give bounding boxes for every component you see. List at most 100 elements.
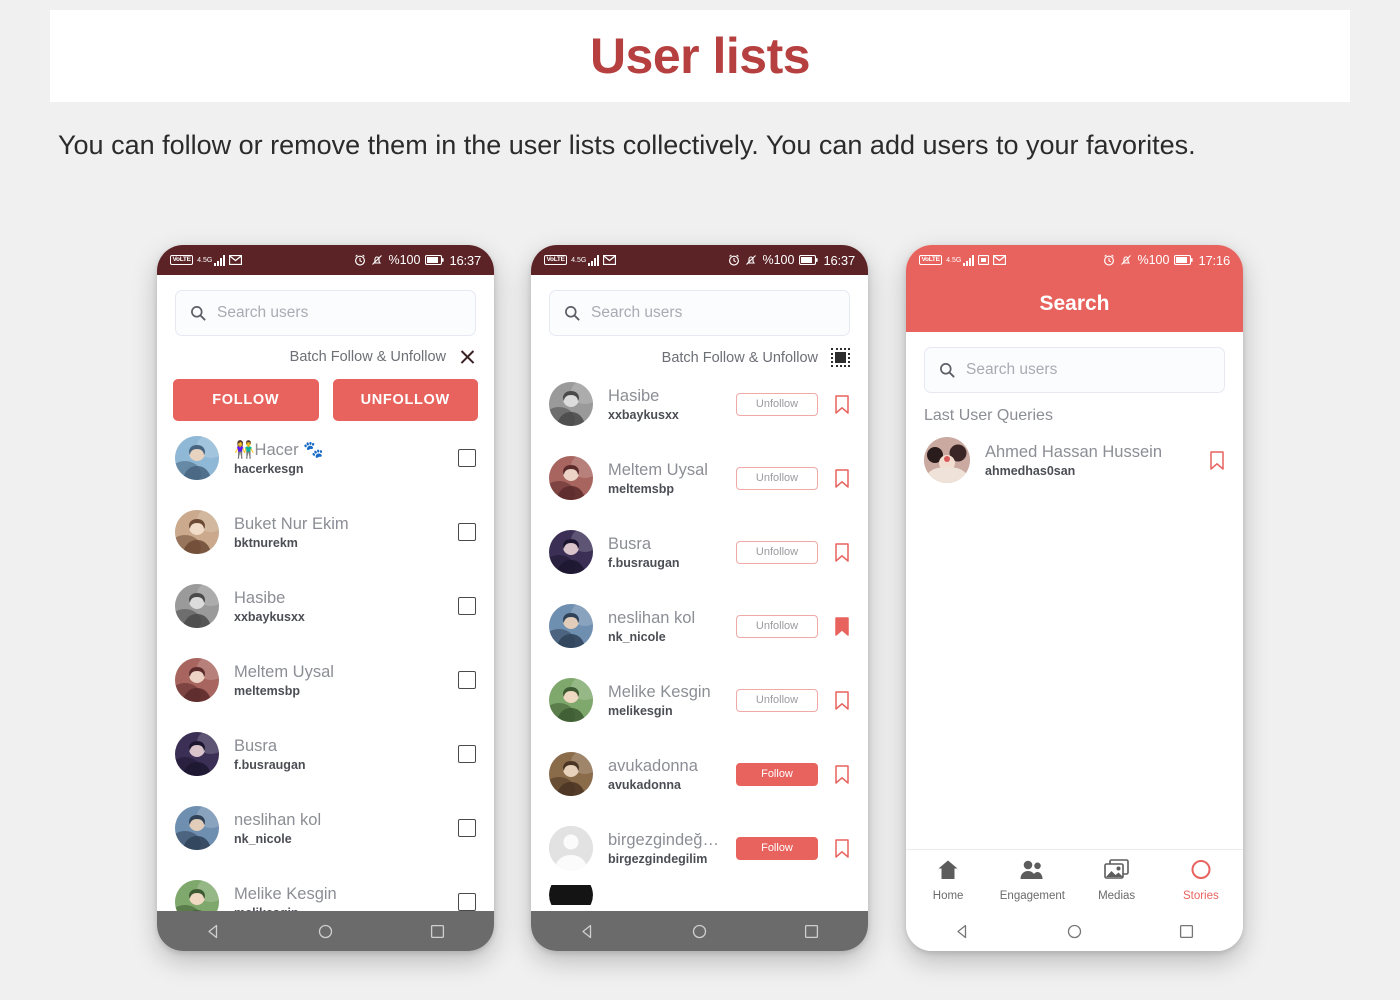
bookmark-icon[interactable] — [833, 394, 850, 414]
bookmark-icon[interactable] — [833, 468, 850, 488]
search-placeholder: Search users — [217, 304, 309, 321]
page-description: You can follow or remove them in the use… — [58, 130, 1196, 160]
table-row[interactable]: Melike Kesgin melikesgin Unfollow — [531, 663, 868, 737]
phone3-android-nav-bar — [906, 911, 1243, 951]
user-display-name: Hasibe — [234, 588, 286, 607]
tab-home[interactable]: Home — [906, 859, 990, 902]
table-row[interactable]: Hasibe xxbaykusxx Unfollow — [531, 367, 868, 441]
user-meta: Busra f.busraugan — [234, 736, 443, 773]
user-display-name: Busra — [608, 534, 652, 553]
table-row[interactable]: 👫Hacer 🐾 hacerkesgn — [157, 421, 494, 495]
user-display-name: Melike Kesgin — [234, 884, 337, 903]
user-handle: birgezgindegilim — [608, 852, 708, 867]
unfollow-button[interactable]: Unfollow — [736, 688, 818, 712]
bookmark-icon[interactable] — [833, 542, 850, 562]
user-meta: avukadonna avukadonna — [608, 756, 721, 793]
battery-icon — [799, 255, 819, 265]
user-select-checkbox[interactable] — [458, 745, 476, 763]
avatar — [549, 530, 593, 574]
unfollow-button[interactable]: Unfollow — [736, 392, 818, 416]
search-input[interactable]: Search users — [924, 347, 1225, 393]
search-icon — [940, 363, 955, 378]
unfollow-button[interactable]: Unfollow — [736, 466, 818, 490]
user-meta: Hasibe xxbaykusxx — [608, 386, 721, 423]
bookmark-icon[interactable] — [833, 690, 850, 710]
avatar — [175, 436, 219, 480]
user-meta: Hasibe xxbaykusxx — [234, 588, 443, 625]
circle-icon — [1190, 859, 1212, 885]
battery-percent-label: %100 — [762, 253, 795, 267]
user-display-name: Hasibe — [608, 386, 660, 405]
batch-follow-unfollow-label: Batch Follow & Unfollow — [661, 349, 818, 366]
alarm-icon — [355, 254, 366, 266]
user-select-checkbox[interactable] — [458, 449, 476, 467]
clock-label: 17:16 — [1198, 252, 1230, 268]
search-input[interactable]: Search users — [549, 290, 850, 336]
table-row[interactable]: Meltem Uysal meltemsbp — [157, 643, 494, 717]
user-select-checkbox[interactable] — [458, 597, 476, 615]
phone3-query-list[interactable]: Ahmed Hassan Hussein ahmedhas0san — [906, 425, 1243, 849]
follow-button[interactable]: FOLLOW — [173, 379, 319, 421]
back-triangle-icon[interactable] — [205, 923, 222, 940]
table-row[interactable]: avukadonna avukadonna Follow — [531, 737, 868, 811]
user-select-checkbox[interactable] — [458, 523, 476, 541]
home-circle-icon[interactable] — [317, 923, 334, 940]
close-icon[interactable] — [459, 348, 476, 365]
list-item[interactable]: Ahmed Hassan Hussein ahmedhas0san — [906, 425, 1243, 483]
bookmark-icon[interactable] — [833, 616, 850, 636]
avatar — [175, 510, 219, 554]
home-icon — [937, 859, 959, 885]
table-row[interactable]: Melike Kesgin melikesgin — [157, 865, 494, 911]
user-meta: neslihan kol nk_nicole — [608, 608, 721, 645]
unfollow-button[interactable]: Unfollow — [736, 540, 818, 564]
user-handle: melikesgin — [234, 906, 443, 911]
user-handle: bktnurekm — [234, 536, 298, 551]
search-input[interactable]: Search users — [175, 290, 476, 336]
unfollow-button[interactable]: Unfollow — [736, 614, 818, 638]
bookmark-icon[interactable] — [833, 838, 850, 858]
volte-icon: VoLTE — [919, 255, 943, 265]
table-row[interactable]: birgezgindeğilim birgezgindegilim Follow — [531, 811, 868, 885]
tab-stories[interactable]: Stories — [1159, 859, 1243, 902]
battery-percent-label: %100 — [388, 253, 421, 267]
bookmark-icon[interactable] — [833, 764, 850, 784]
volte-icon: VoLTE — [544, 255, 568, 265]
recents-square-icon[interactable] — [1178, 923, 1195, 940]
tab-label: Medias — [1098, 890, 1136, 902]
search-icon — [191, 306, 206, 321]
table-row[interactable]: Busra f.busraugan — [157, 717, 494, 791]
follow-button[interactable]: Follow — [736, 836, 818, 860]
back-triangle-icon[interactable] — [579, 923, 596, 940]
follow-button[interactable]: Follow — [736, 762, 818, 786]
phone1-user-list[interactable]: 👫Hacer 🐾 hacerkesgn Buket Nur Ekim bktnurek… — [157, 421, 494, 911]
tab-engagement[interactable]: Engagement — [990, 859, 1074, 902]
home-circle-icon[interactable] — [1066, 923, 1083, 940]
user-select-checkbox[interactable] — [458, 819, 476, 837]
user-meta: Busra f.busraugan — [608, 534, 721, 571]
home-circle-icon[interactable] — [691, 923, 708, 940]
phone3-bottom-tab-bar[interactable]: Home Engagement Medias Stories — [906, 849, 1243, 911]
back-triangle-icon[interactable] — [954, 923, 971, 940]
phone2-batch-row: Batch Follow & Unfollow — [531, 336, 868, 367]
select-all-icon[interactable] — [831, 348, 850, 367]
phone2-user-list[interactable]: Hasibe xxbaykusxx Unfollow Meltem Uysal melt… — [531, 367, 868, 911]
recents-square-icon[interactable] — [429, 923, 446, 940]
avatar — [175, 732, 219, 776]
phone1-screen: VoLTE 4.5G %100 16:37 Search users Batch… — [157, 245, 494, 951]
table-row[interactable]: neslihan kol nk_nicole Unfollow — [531, 589, 868, 663]
recents-square-icon[interactable] — [803, 923, 820, 940]
table-row[interactable]: Buket Nur Ekim bktnurekm — [157, 495, 494, 569]
user-handle: f.busraugan — [234, 758, 306, 773]
table-row[interactable]: Hasibe xxbaykusxx — [157, 569, 494, 643]
tab-medias[interactable]: Medias — [1075, 859, 1159, 902]
table-row[interactable]: Meltem Uysal meltemsbp Unfollow — [531, 441, 868, 515]
table-row[interactable]: Busra f.busraugan Unfollow — [531, 515, 868, 589]
screenshot-icon — [978, 255, 990, 265]
table-row[interactable]: neslihan kol nk_nicole — [157, 791, 494, 865]
user-select-checkbox[interactable] — [458, 671, 476, 689]
user-select-checkbox[interactable] — [458, 893, 476, 911]
user-handle: hacerkesgn — [234, 462, 304, 477]
user-display-name: avukadonna — [608, 756, 698, 775]
unfollow-button[interactable]: UNFOLLOW — [332, 379, 478, 421]
bookmark-icon[interactable] — [1208, 450, 1225, 470]
